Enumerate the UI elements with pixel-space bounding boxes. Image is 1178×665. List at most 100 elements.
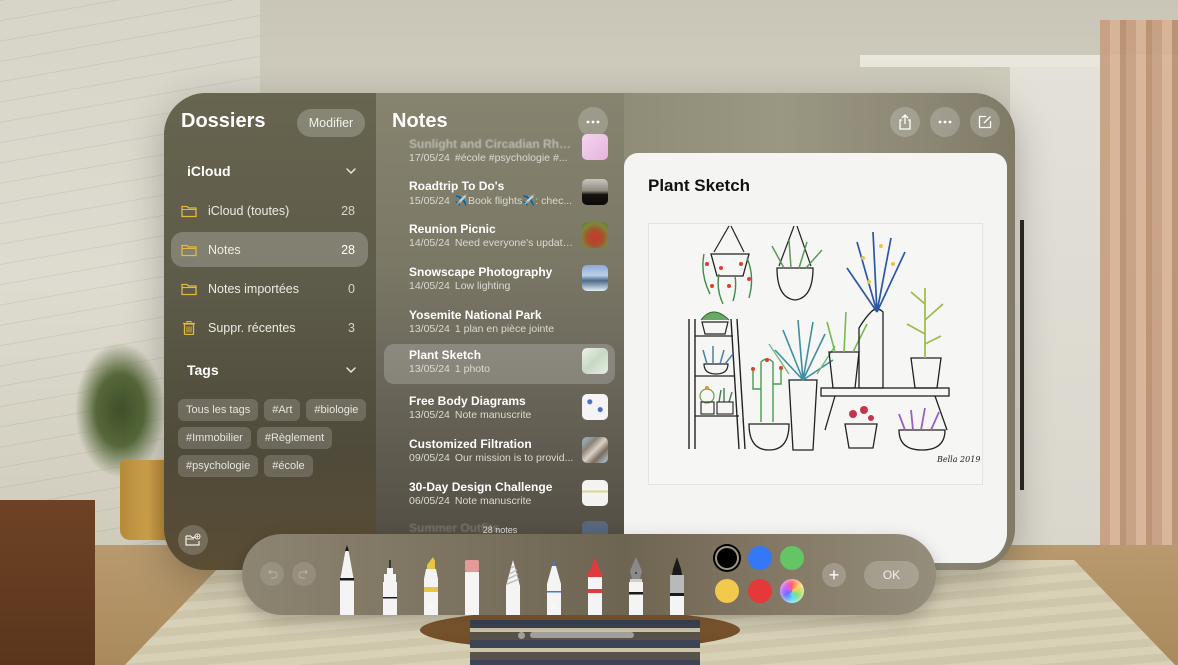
color-swatch-red[interactable]	[748, 579, 772, 603]
chevron-down-icon	[346, 367, 356, 374]
notes-window: Dossiers Modifier iCloud iCloud (toutes)…	[164, 93, 1015, 570]
note-preview: Our mission is to provid...	[454, 452, 574, 464]
window-grabber-bar[interactable]	[530, 632, 634, 638]
hanging-plant-red	[702, 225, 753, 305]
note-item[interactable]: Reunion Picnic 14/05/24 Need everyone's u…	[384, 218, 615, 258]
share-button[interactable]	[890, 107, 920, 137]
folder-item-icloud-all[interactable]: iCloud (toutes) 28	[171, 193, 368, 228]
redo-button[interactable]	[292, 562, 316, 586]
fountain-pen-tool[interactable]	[628, 557, 644, 615]
folder-label: Suppr. récentes	[208, 320, 296, 335]
note-preview: Low lighting	[454, 280, 511, 292]
folder-count: 28	[341, 203, 355, 218]
redo-icon	[298, 569, 308, 579]
compose-button[interactable]	[970, 107, 1000, 137]
note-content-card[interactable]: Plant Sketch Bella 2019	[624, 153, 1007, 563]
new-folder-button[interactable]	[178, 525, 208, 555]
note-title: Roadtrip To Do's	[409, 179, 505, 193]
background-books	[470, 620, 700, 665]
folder-icon	[181, 244, 197, 256]
note-meta: 06/05/24 Note manuscrite	[409, 495, 574, 507]
window-close-dot[interactable]	[518, 632, 525, 639]
watercolor-brush-tool[interactable]	[669, 557, 685, 615]
tag-art[interactable]: #Art	[264, 399, 301, 421]
folder-label: Notes importées	[208, 281, 300, 296]
tag-psychologie[interactable]: #psychologie	[178, 455, 259, 477]
color-swatch-yellow[interactable]	[715, 579, 739, 603]
note-meta: 09/05/24 Our mission is to provid...	[409, 452, 574, 464]
color-swatch-black-selected[interactable]	[715, 546, 739, 570]
ellipsis-icon	[586, 120, 600, 124]
undo-icon	[268, 569, 278, 579]
note-date: 09/05/24	[409, 452, 450, 464]
note-item[interactable]: Sunlight and Circadian Rhyt... 17/05/24 #…	[384, 133, 615, 173]
ok-button[interactable]: OK	[864, 561, 919, 589]
plant-sketch-image[interactable]: Bella 2019	[648, 223, 983, 485]
folder-item-notes[interactable]: Notes 28	[171, 232, 368, 267]
tag-ecole[interactable]: #école	[264, 455, 313, 477]
cactus-plant	[748, 358, 790, 451]
note-preview: Need everyone's update...	[454, 237, 574, 249]
edit-button[interactable]: Modifier	[297, 109, 365, 137]
folders-sidebar: Dossiers Modifier iCloud iCloud (toutes)…	[164, 93, 376, 570]
plant-bench	[820, 231, 950, 451]
note-item-selected[interactable]: Plant Sketch 13/05/24 1 photo	[384, 344, 615, 384]
add-color-button[interactable]: +	[822, 563, 846, 587]
note-date: 13/05/24	[409, 323, 450, 335]
color-swatch-blue[interactable]	[748, 546, 772, 570]
note-date: 13/05/24	[409, 409, 450, 421]
fineliner-tool[interactable]	[382, 560, 398, 615]
note-preview: Note manuscrite	[454, 409, 532, 421]
highlighter-tool[interactable]: 80	[423, 557, 439, 615]
folder-item-imported-notes[interactable]: Notes importées 0	[171, 271, 368, 306]
tags-list: Tous les tags #Art #biologie #Immobilier…	[178, 399, 368, 477]
pencil-tool[interactable]	[505, 560, 521, 615]
undo-button[interactable]	[260, 562, 284, 586]
ellipsis-icon	[938, 120, 952, 124]
share-icon	[899, 114, 911, 130]
sketch-signature: Bella 2019	[936, 455, 980, 464]
ladder-shelf	[688, 311, 746, 450]
note-meta: 13/05/24 1 photo	[409, 363, 574, 375]
chevron-down-icon	[346, 168, 356, 175]
icloud-section-header[interactable]: iCloud	[187, 161, 357, 181]
note-item[interactable]: 30-Day Design Challenge 06/05/24 Note man…	[384, 476, 615, 516]
note-item[interactable]: Free Body Diagrams 13/05/24 Note manuscri…	[384, 390, 615, 430]
note-item[interactable]: Roadtrip To Do's 15/05/24 ✈️Book flights✈…	[384, 175, 615, 215]
pen-tool[interactable]	[339, 545, 355, 615]
note-preview: 1 photo	[454, 363, 490, 375]
note-date: 14/05/24	[409, 280, 450, 292]
color-picker-multicolor[interactable]	[780, 579, 804, 603]
monoline-width-label: 50	[551, 605, 557, 611]
note-title: Free Body Diagrams	[409, 394, 526, 408]
eraser-tool[interactable]	[464, 560, 480, 615]
tags-section-header[interactable]: Tags	[187, 360, 357, 380]
monoline-tool[interactable]: 50	[546, 560, 562, 615]
new-folder-icon	[185, 533, 201, 546]
note-item[interactable]: Yosemite National Park 13/05/24 1 plan en…	[384, 304, 615, 344]
icloud-section-label: iCloud	[187, 163, 231, 179]
note-meta: 13/05/24 1 plan en pièce jointe	[409, 323, 574, 335]
tag-biologie[interactable]: #biologie	[306, 399, 367, 421]
note-title: Yosemite National Park	[409, 308, 542, 322]
tag-immobilier[interactable]: #Immobilier	[178, 427, 251, 449]
hanging-plant-green	[771, 225, 823, 301]
note-date: 15/05/24	[409, 195, 450, 207]
tag-all[interactable]: Tous les tags	[178, 399, 259, 421]
color-swatch-green[interactable]	[780, 546, 804, 570]
note-thumbnail	[582, 437, 608, 463]
note-item[interactable]: Snowscape Photography 14/05/24 Low lighti…	[384, 261, 615, 301]
folder-icon	[181, 205, 197, 217]
folder-icon	[181, 283, 197, 295]
note-title-heading: Plant Sketch	[648, 176, 751, 195]
note-item[interactable]: Customized Filtration 09/05/24 Our missio…	[384, 433, 615, 473]
tag-reglement[interactable]: #Règlement	[256, 427, 333, 449]
note-thumbnail	[582, 348, 608, 374]
folder-item-recently-deleted[interactable]: Suppr. récentes 3	[171, 310, 368, 345]
folder-label: iCloud (toutes)	[208, 203, 290, 218]
note-preview: 1 plan en pièce jointe	[454, 323, 555, 335]
note-date: 17/05/24	[409, 152, 450, 164]
more-options-button[interactable]	[930, 107, 960, 137]
folder-count: 3	[348, 320, 355, 335]
crayon-tool[interactable]	[587, 557, 603, 615]
